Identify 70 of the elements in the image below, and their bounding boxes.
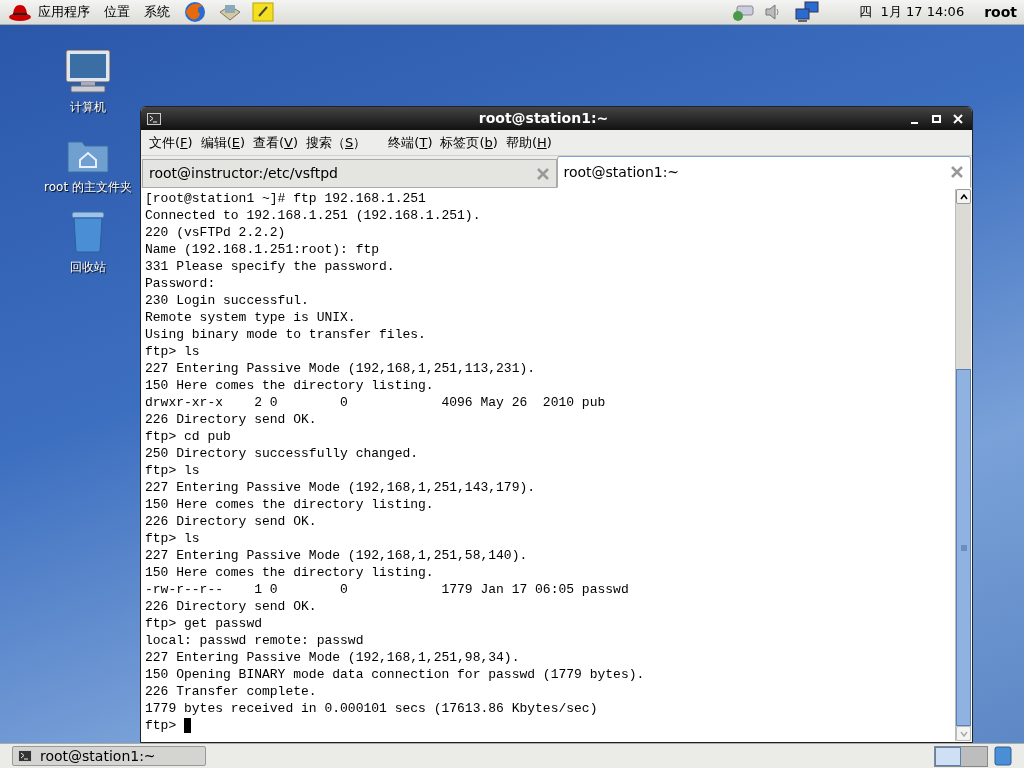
terminal-line: 250 Directory successfully changed. <box>145 445 419 462</box>
panel-menu[interactable]: 位置 <box>104 2 130 22</box>
terminal-line: 150 Here comes the directory listing. <box>145 377 434 394</box>
tab[interactable]: root@instructor:/etc/vsftpd <box>142 159 557 188</box>
terminal-line: ftp> ls <box>145 530 200 547</box>
tab-label: root@station1:~ <box>563 162 681 182</box>
menu-item[interactable]: 标签页(b) <box>436 132 502 153</box>
terminal-line: 227 Entering Passive Mode (192,168,1,251,58,140). <box>145 547 528 564</box>
terminal-line: 226 Directory send OK. <box>145 411 317 428</box>
network-icon[interactable] <box>731 2 756 22</box>
tab-label: root@instructor:/etc/vsftpd <box>149 164 339 183</box>
terminal-line: 150 Opening BINARY mode data connection for passwd (1779 bytes). <box>145 666 645 683</box>
terminal-line: Name (192.168.1.251:root): ftp <box>145 241 380 258</box>
network-computers-icon[interactable] <box>795 1 820 23</box>
speaker-icon[interactable] <box>765 3 782 21</box>
scrollbar-thumb[interactable] <box>956 369 971 726</box>
terminal-line: -rw-r--r-- 1 0 0 1779 Jan 17 06:05 passwd <box>145 581 629 598</box>
terminal-line: Password: <box>145 275 216 292</box>
desktop-icon-label[interactable]: 回收站 <box>70 258 106 276</box>
menu-item[interactable]: 终端(T) <box>384 132 437 153</box>
clock[interactable]: 四 1月 17 14:06 <box>859 2 965 22</box>
terminal-line: 150 Here comes the directory listing. <box>145 564 434 581</box>
terminal-line: ftp> get passwd <box>145 615 263 632</box>
terminal-line: [root@station1 ~]# ftp 192.168.1.251 <box>145 190 426 207</box>
menu-item[interactable]: 搜索（S） <box>302 132 371 153</box>
terminal-line: 230 Login successful. <box>145 292 309 309</box>
desktop-icon-label[interactable]: 计算机 <box>70 98 106 116</box>
terminal-icon <box>18 750 32 762</box>
terminal-line: 331 Please specify the password. <box>145 258 395 275</box>
notepad-icon[interactable] <box>252 1 274 23</box>
terminal-line: 1779 bytes received in 0.000101 secs (17613.86 Kbytes/sec) <box>145 700 598 717</box>
taskbar-button[interactable]: root@station1:~ <box>12 746 206 766</box>
terminal-line: 227 Entering Passive Mode (192,168,1,251,113,231). <box>145 360 536 377</box>
terminal-line: Using binary mode to transfer files. <box>145 326 426 343</box>
terminal-line: ftp> ls <box>145 343 200 360</box>
terminal-line: 226 Directory send OK. <box>145 513 317 530</box>
terminal-line: 227 Entering Passive Mode (192,168,1,251,143,179). <box>145 479 536 496</box>
mail-icon[interactable] <box>218 2 242 22</box>
menu-item[interactable]: 编辑(E) <box>196 132 249 153</box>
workspace-switcher[interactable] <box>934 745 988 767</box>
terminal-line: 150 Here comes the directory listing. <box>145 496 434 513</box>
terminal-line: Connected to 192.168.1.251 (192.168.1.251). <box>145 207 481 224</box>
menu-item[interactable]: 查看(V) <box>249 132 303 153</box>
scrollbar[interactable] <box>955 189 971 741</box>
chevron-down-icon[interactable] <box>959 730 968 737</box>
terminal-icon <box>147 112 161 125</box>
computer-icon <box>63 48 113 94</box>
panel-menu[interactable]: 应用程序 <box>38 2 90 22</box>
tab[interactable]: root@station1:~ <box>556 156 971 188</box>
user-name[interactable]: root <box>984 1 1017 23</box>
terminal-line: 226 Transfer complete. <box>145 683 317 700</box>
terminal-line: ftp> <box>145 717 178 734</box>
globe-icon[interactable] <box>184 1 206 23</box>
terminal-line: Remote system type is UNIX. <box>145 309 356 326</box>
panel-menu[interactable]: 系统 <box>144 2 170 22</box>
terminal-line: ftp> ls <box>145 462 200 479</box>
close-icon[interactable] <box>950 165 964 179</box>
chevron-up-icon[interactable] <box>959 193 968 200</box>
menu-item[interactable]: 文件(F) <box>145 132 197 153</box>
desktop-icon-label[interactable]: root 的主文件夹 <box>44 178 132 196</box>
terminal-line: 220 (vsFTPd 2.2.2) <box>145 224 286 241</box>
terminal-line: drwxr-xr-x 2 0 0 4096 May 26 2010 pub <box>145 394 606 411</box>
terminal-line: 226 Directory send OK. <box>145 598 317 615</box>
close-icon[interactable] <box>535 166 550 181</box>
window-title: root@station1:~ <box>477 109 610 128</box>
menu-item[interactable]: 帮助(H) <box>501 132 556 153</box>
hat-logo-icon[interactable] <box>8 2 32 22</box>
terminal-line: local: passwd remote: passwd <box>145 632 364 649</box>
terminal-line: ftp> cd pub <box>145 428 231 445</box>
terminal-line: 227 Entering Passive Mode (192,168,1,251,98,34). <box>145 649 520 666</box>
